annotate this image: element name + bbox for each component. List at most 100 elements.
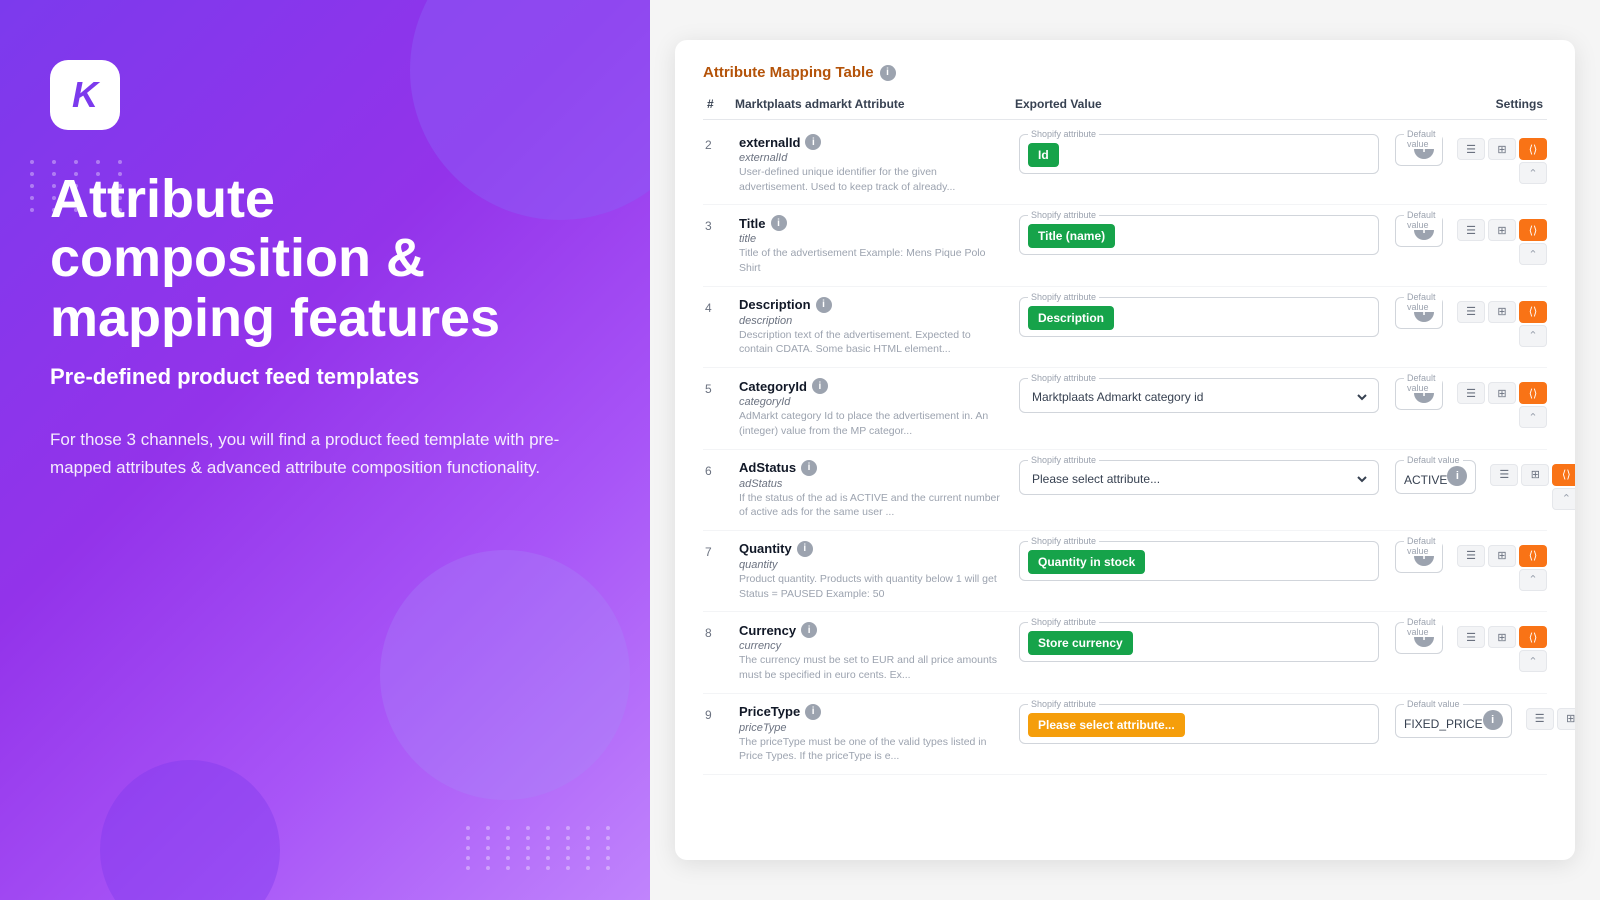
lines-button[interactable]: ☰ [1457, 138, 1485, 160]
code-button[interactable]: ⟨⟩ [1519, 545, 1547, 567]
sub-headline: Pre-defined product feed templates [50, 364, 600, 390]
shopify-attribute-select[interactable]: Please select attribute... [1028, 471, 1370, 487]
attr-info-icon[interactable]: i [771, 215, 787, 231]
grid-button[interactable]: ⊞ [1488, 545, 1516, 567]
exported-column: Shopify attribute Quantity in stock [1011, 541, 1387, 587]
default-value-group: Default value i [1395, 134, 1443, 166]
attr-info-icon[interactable]: i [812, 378, 828, 394]
code-button[interactable]: ⟨⟩ [1519, 626, 1547, 648]
attribute-column: AdStatus i adStatus If the status of the… [731, 460, 1011, 520]
shopify-attribute-select[interactable]: Marktplaats Admarkt category id [1028, 389, 1370, 405]
attribute-column: Currency i currency The currency must be… [731, 622, 1011, 682]
code-button[interactable]: ⟨⟩ [1552, 464, 1575, 486]
default-info-icon[interactable]: i [1447, 466, 1467, 486]
row-number: 3 [703, 215, 731, 233]
attr-info-icon[interactable]: i [805, 134, 821, 150]
shopify-value-badge: Id [1028, 143, 1059, 167]
sub-icon[interactable]: ⌃ [1519, 406, 1547, 428]
attribute-name: Description i [739, 297, 1003, 313]
lines-button[interactable]: ☰ [1457, 219, 1485, 241]
row-number: 9 [703, 704, 731, 722]
table-card: Attribute Mapping Table i # Marktplaats … [675, 40, 1575, 860]
default-value-group: Default value i [1395, 215, 1443, 247]
attr-info-icon[interactable]: i [797, 541, 813, 557]
logo-letter: K [72, 74, 98, 116]
row-settings: ☰ ⊞ ⟨⟩ ⌃ [1490, 460, 1575, 510]
attribute-name: CategoryId i [739, 378, 1003, 394]
grid-button[interactable]: ⊞ [1488, 382, 1516, 404]
exported-column: Shopify attribute Id [1011, 134, 1387, 180]
lines-button[interactable]: ☰ [1457, 382, 1485, 404]
grid-button[interactable]: ⊞ [1488, 626, 1516, 648]
default-value-text: ACTIVE [1404, 473, 1447, 487]
attribute-italic: currency [739, 640, 1003, 652]
grid-button[interactable]: ⊞ [1488, 301, 1516, 323]
shopify-attribute-group: Shopify attribute Quantity in stock [1019, 541, 1379, 581]
default-label: Default value [1404, 455, 1463, 465]
code-button[interactable]: ⟨⟩ [1519, 382, 1547, 404]
sub-icon[interactable]: ⌃ [1519, 569, 1547, 591]
attribute-description: Product quantity. Products with quantity… [739, 572, 1003, 601]
attribute-description: User-defined unique identifier for the g… [739, 165, 1003, 194]
attribute-description: The priceType must be one of the valid t… [739, 735, 1003, 764]
default-label: Default value [1404, 210, 1442, 230]
grid-button[interactable]: ⊞ [1488, 219, 1516, 241]
shopify-attribute-group: Shopify attribute Please select attribut… [1019, 460, 1379, 495]
default-column: Default value i [1387, 297, 1451, 329]
attribute-italic: priceType [739, 722, 1003, 734]
attr-info-icon[interactable]: i [801, 460, 817, 476]
attribute-column: CategoryId i categoryId AdMarkt category… [731, 378, 1011, 438]
code-button[interactable]: ⟨⟩ [1519, 301, 1547, 323]
sub-icon[interactable]: ⌃ [1519, 243, 1547, 265]
attribute-name: Currency i [739, 622, 1003, 638]
grid-button[interactable]: ⊞ [1488, 138, 1516, 160]
code-button[interactable]: ⟨⟩ [1519, 138, 1547, 160]
attr-info-icon[interactable]: i [805, 704, 821, 720]
shopify-label: Shopify attribute [1028, 373, 1099, 383]
sub-icon[interactable]: ⌃ [1519, 162, 1547, 184]
attribute-description: AdMarkt category Id to place the adverti… [739, 409, 1003, 438]
table-title-text: Attribute Mapping Table [703, 64, 874, 81]
attr-info-icon[interactable]: i [801, 622, 817, 638]
exported-column: Shopify attribute Store currency [1011, 622, 1387, 668]
grid-button[interactable]: ⊞ [1557, 708, 1575, 730]
lines-button[interactable]: ☰ [1526, 708, 1554, 730]
attribute-italic: adStatus [739, 478, 1003, 490]
default-info-icon[interactable]: i [1483, 710, 1503, 730]
default-value-group: Default value i [1395, 378, 1443, 410]
attribute-description: Title of the advertisement Example: Mens… [739, 246, 1003, 275]
shopify-label: Shopify attribute [1028, 210, 1099, 220]
grid-button[interactable]: ⊞ [1521, 464, 1549, 486]
row-settings: ☰ ⊞ ⟨⟩ ⌃ [1457, 378, 1547, 428]
code-button[interactable]: ⟨⟩ [1519, 219, 1547, 241]
sub-icon[interactable]: ⌃ [1519, 325, 1547, 347]
attribute-column: Description i description Description te… [731, 297, 1011, 357]
shopify-attribute-group: Shopify attribute Title (name) [1019, 215, 1379, 255]
shopify-value-badge: Please select attribute... [1028, 713, 1185, 737]
row-settings: ☰ ⊞ ⟨⟩ ⌃ [1457, 297, 1547, 347]
shopify-attribute-group: Shopify attribute Store currency [1019, 622, 1379, 662]
main-headline: Attribute composition & mapping features [50, 170, 600, 348]
attr-info-icon[interactable]: i [816, 297, 832, 313]
default-value-group: Default value FIXED_PRICE i [1395, 704, 1512, 738]
table-info-icon[interactable]: i [880, 65, 896, 81]
shopify-label: Shopify attribute [1028, 292, 1099, 302]
default-label: Default value [1404, 129, 1442, 149]
default-column: Default value i [1387, 134, 1451, 166]
table-row: 9 PriceType i priceType The priceType mu… [703, 694, 1547, 775]
sub-icon[interactable]: ⌃ [1552, 488, 1575, 510]
default-column: Default value i [1387, 378, 1451, 410]
default-column: Default value i [1387, 215, 1451, 247]
lines-button[interactable]: ☰ [1457, 626, 1485, 648]
row-number: 7 [703, 541, 731, 559]
attribute-italic: description [739, 315, 1003, 327]
attribute-description: Description text of the advertisement. E… [739, 328, 1003, 357]
lines-button[interactable]: ☰ [1457, 545, 1485, 567]
lines-button[interactable]: ☰ [1457, 301, 1485, 323]
attribute-column: Title i title Title of the advertisement… [731, 215, 1011, 275]
sub-icon[interactable]: ⌃ [1519, 650, 1547, 672]
lines-button[interactable]: ☰ [1490, 464, 1518, 486]
row-number: 6 [703, 460, 731, 478]
attribute-column: PriceType i priceType The priceType must… [731, 704, 1011, 764]
col-header-exported: Exported Value [1011, 97, 1387, 111]
